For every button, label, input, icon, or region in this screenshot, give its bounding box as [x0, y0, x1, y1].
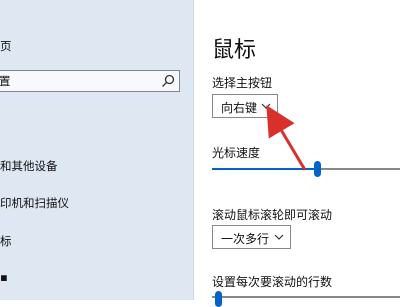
- primary-button-label: 选择主按钮: [212, 76, 273, 90]
- page-title: 鼠标: [212, 38, 257, 63]
- primary-button-value: 向右键: [221, 101, 258, 115]
- settings-sidebar: 页 和其他设备 印机和扫描仪 标 ▪: [0, 0, 194, 300]
- sidebar-item-home[interactable]: 页: [0, 38, 12, 54]
- search-icon[interactable]: [160, 73, 176, 89]
- search-input[interactable]: [0, 71, 159, 91]
- sidebar-item-mouse[interactable]: 标: [0, 233, 12, 249]
- chevron-down-icon: [274, 234, 284, 240]
- slider-thumb[interactable]: [314, 161, 321, 177]
- slider-empty-track: [317, 168, 400, 170]
- search-field[interactable]: [0, 70, 180, 92]
- slider-thumb[interactable]: [215, 291, 222, 307]
- sidebar-item-bluetooth[interactable]: 和其他设备: [0, 158, 58, 174]
- cursor-speed-label: 光标速度: [212, 146, 261, 160]
- scroll-dropdown[interactable]: 一次多行: [212, 225, 291, 249]
- sidebar-item-partial[interactable]: ▪: [0, 270, 8, 284]
- slider-track: [212, 296, 400, 298]
- scroll-label: 滚动鼠标滚轮即可滚动: [212, 208, 333, 222]
- scroll-value: 一次多行: [221, 232, 270, 246]
- red-arrow-annotation: [266, 105, 307, 171]
- sidebar-item-printers[interactable]: 印机和扫描仪: [0, 195, 69, 211]
- lines-label: 设置每次要滚动的行数: [212, 275, 333, 289]
